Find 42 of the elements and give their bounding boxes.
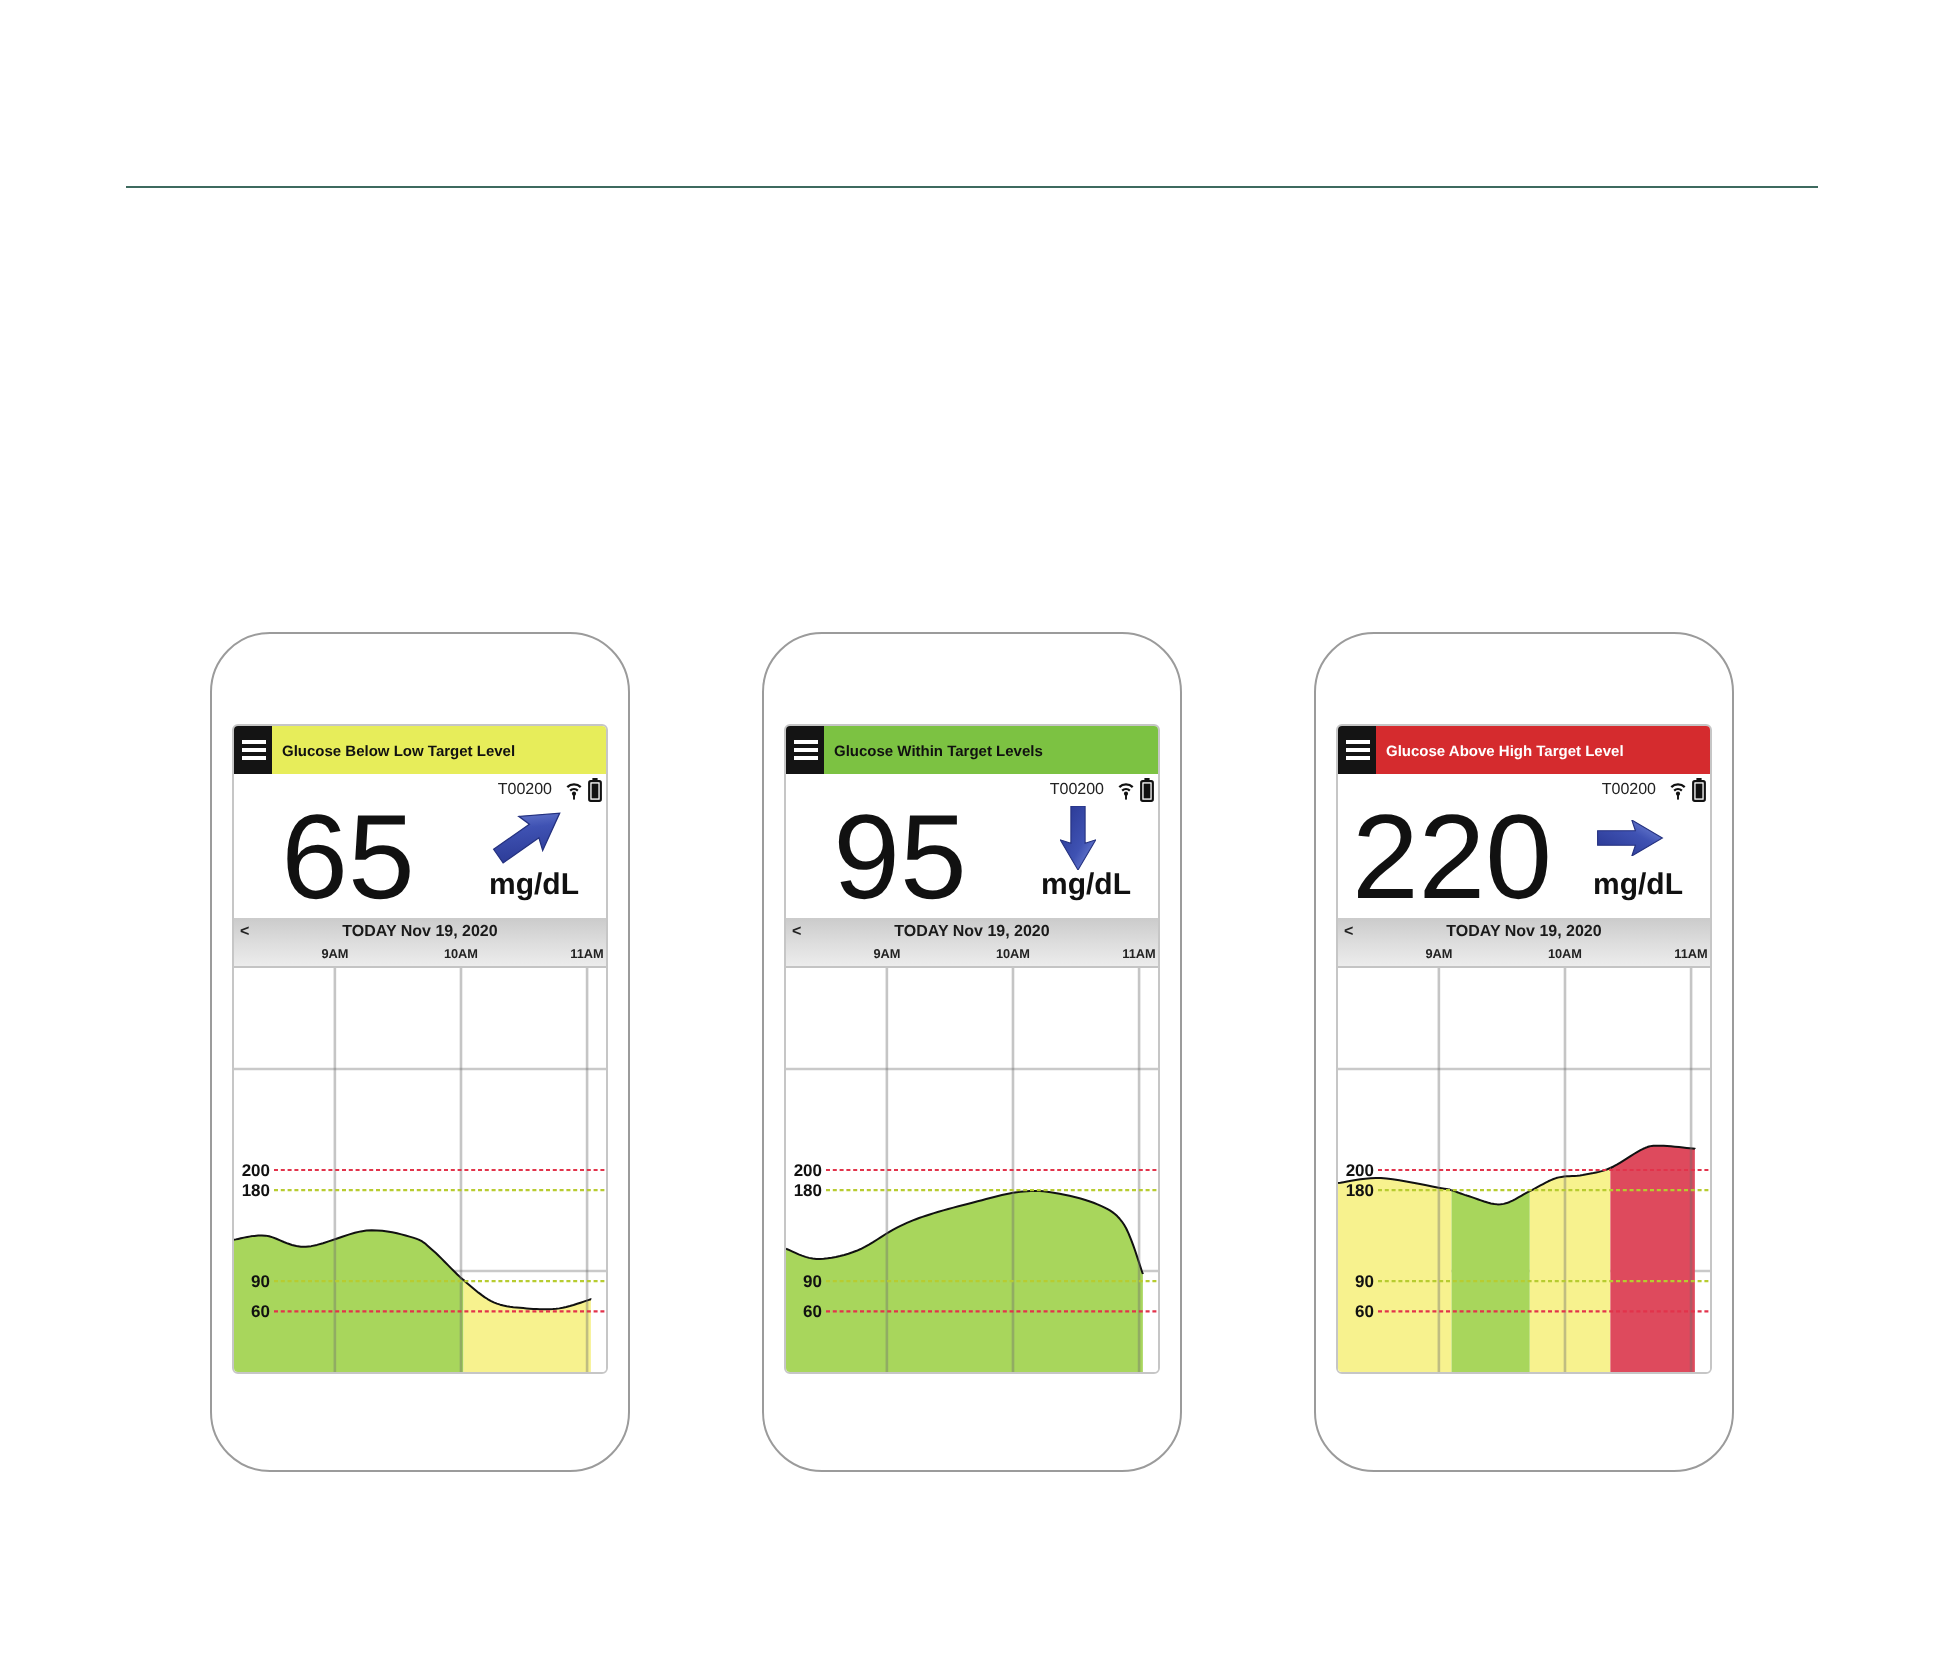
menu-icon [1345, 740, 1369, 760]
glucose-reading: 220 [1351, 798, 1553, 918]
date-label: TODAY Nov 19, 2020 [1446, 922, 1602, 940]
unit-label: mg/dL [1593, 870, 1683, 902]
y-tick-label: 60 [1355, 1301, 1374, 1322]
menu-button[interactable] [786, 726, 824, 774]
back-button[interactable]: < [786, 918, 802, 944]
sensor-id: T00200 [1601, 780, 1656, 798]
back-button[interactable]: < [1338, 918, 1354, 944]
y-tick-label: 90 [251, 1270, 270, 1291]
date-label: TODAY Nov 19, 2020 [894, 922, 1050, 940]
wifi-icon [566, 777, 582, 801]
back-button[interactable]: < [234, 918, 250, 944]
date-label: TODAY Nov 19, 2020 [342, 922, 498, 940]
y-tick-label: 180 [793, 1180, 822, 1200]
unit-label: mg/dL [1041, 870, 1131, 902]
menu-icon [793, 740, 817, 760]
menu-icon [241, 740, 265, 760]
unit-label: mg/dL [489, 870, 579, 902]
menu-button[interactable] [234, 726, 272, 774]
battery-icon [1140, 777, 1154, 801]
wifi-icon [1670, 777, 1686, 801]
y-tick-label: 200 [241, 1159, 270, 1180]
battery-icon [1692, 777, 1706, 801]
y-tick-label: 200 [793, 1159, 822, 1180]
arrow-icon [1060, 805, 1096, 869]
y-tick-label: 60 [803, 1301, 822, 1322]
y-tick-label: 180 [241, 1180, 270, 1200]
y-tick-label: 200 [1345, 1159, 1374, 1180]
y-tick-label: 90 [1355, 1270, 1374, 1291]
y-tick-label: 60 [251, 1301, 270, 1322]
glucose-reading: 65 [281, 798, 415, 918]
y-tick-label: 180 [1345, 1180, 1374, 1200]
menu-button[interactable] [1338, 726, 1376, 774]
y-tick-label: 90 [803, 1270, 822, 1291]
wifi-icon [1118, 777, 1134, 801]
battery-icon [588, 777, 602, 801]
sensor-id: T00200 [497, 780, 552, 798]
arrow-icon [491, 811, 561, 863]
glucose-reading: 95 [833, 798, 967, 918]
sensor-id: T00200 [1049, 780, 1104, 798]
arrow-icon [1594, 819, 1666, 855]
